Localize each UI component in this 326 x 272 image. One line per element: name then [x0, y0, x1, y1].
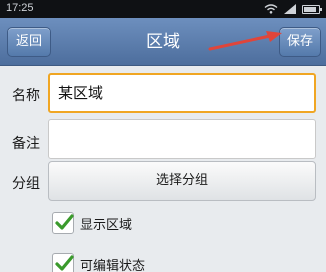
- select-group-button[interactable]: 选择分组: [48, 161, 316, 201]
- group-label: 分组: [12, 176, 40, 192]
- show-region-checkbox-row[interactable]: 显示区域: [52, 212, 132, 234]
- checkmark-icon: [55, 214, 74, 230]
- name-label: 名称: [12, 88, 40, 104]
- name-field[interactable]: 某区域: [48, 73, 316, 113]
- note-label: 备注: [12, 136, 40, 152]
- show-region-label: 显示区域: [80, 217, 133, 233]
- battery-icon: [302, 4, 322, 14]
- editable-label: 可编辑状态: [80, 258, 146, 272]
- region-form: 名称 某区域 备注 分组 选择分组 显示区域 可编辑状态: [0, 67, 326, 272]
- signal-icon: [283, 4, 297, 14]
- status-icons: [264, 1, 322, 17]
- show-region-checkbox[interactable]: [52, 212, 74, 234]
- checkmark-icon: [55, 255, 74, 271]
- back-button[interactable]: 返回: [7, 27, 51, 57]
- save-button[interactable]: 保存: [279, 27, 321, 57]
- editable-checkbox[interactable]: [52, 253, 74, 272]
- note-field[interactable]: [48, 119, 316, 159]
- editable-checkbox-row[interactable]: 可编辑状态: [52, 253, 145, 272]
- status-time: 17:25: [6, 2, 34, 14]
- status-bar: 17:25: [0, 0, 326, 18]
- wifi-icon: [264, 4, 278, 14]
- annotation-arrow-icon: [208, 31, 282, 51]
